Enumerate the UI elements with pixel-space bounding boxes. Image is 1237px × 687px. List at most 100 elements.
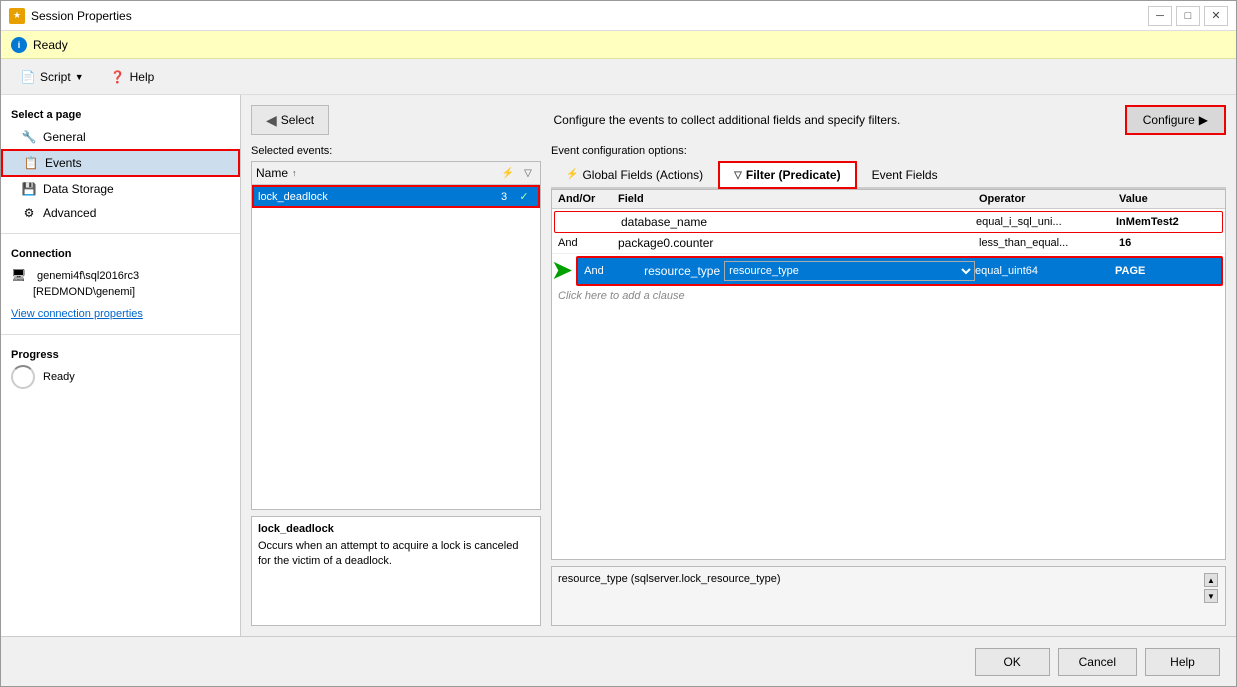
help-icon: ❓ <box>110 69 126 85</box>
resource-type-text: resource_type (sqlserver.lock_resource_t… <box>558 573 781 585</box>
table-row[interactable]: lock_deadlock 3 ✓ <box>252 185 540 208</box>
lightning-icon: ⚡ <box>500 165 516 181</box>
right-panel: ◀ Select Configure the events to collect… <box>241 95 1236 636</box>
filter-table: And/Or Field Operator Value database_nam… <box>551 189 1226 560</box>
select-label: Select <box>281 113 314 127</box>
help-button[interactable]: ❓ Help <box>101 65 164 89</box>
status-icon: i <box>11 37 27 53</box>
tabs-bar: ⚡ Global Fields (Actions) ▽ Filter (Pred… <box>551 161 1226 189</box>
filter-row-3-container: ➤ And resource_type resource_type <box>552 254 1225 286</box>
add-clause[interactable]: Click here to add a clause <box>552 286 1225 306</box>
minimize-button[interactable]: ─ <box>1148 6 1172 26</box>
progress-status: Ready <box>43 371 75 383</box>
tab-filter[interactable]: ▽ Filter (Predicate) <box>718 161 856 189</box>
close-button[interactable]: ✕ <box>1204 6 1228 26</box>
sidebar-item-label-general: General <box>43 130 86 144</box>
view-connection-link[interactable]: View connection properties <box>1 302 240 326</box>
filter-field-dropdown-3[interactable]: resource_type <box>724 261 975 281</box>
events-col-name: Name ↑ <box>256 166 500 180</box>
select-description: Configure the events to collect addition… <box>329 113 1125 127</box>
configure-label: Configure <box>1143 113 1195 127</box>
green-arrow-icon: ➤ <box>552 256 572 285</box>
script-dropdown-icon: ▼ <box>75 72 84 82</box>
sidebar-item-advanced[interactable]: ⚙ Advanced <box>1 201 240 225</box>
back-arrow-icon: ◀ <box>266 112 277 129</box>
events-table: Name ↑ ⚡ ▽ lock_deadlock 3 <box>251 161 541 510</box>
event-desc-title: lock_deadlock <box>258 523 534 535</box>
tab-event-fields[interactable]: Event Fields <box>857 161 953 187</box>
progress-title: Progress <box>11 349 230 361</box>
progress-spinner <box>11 365 35 389</box>
script-button[interactable]: 📄 Script ▼ <box>11 65 93 89</box>
select-row: ◀ Select Configure the events to collect… <box>251 105 1226 135</box>
help-label: Help <box>130 70 155 84</box>
filter-table-header: And/Or Field Operator Value <box>552 190 1225 209</box>
filter-col-andor-header: And/Or <box>558 193 618 205</box>
maximize-button[interactable]: □ <box>1176 6 1200 26</box>
right-config-panel: Event configuration options: ⚡ Global Fi… <box>551 145 1226 626</box>
filter-cell-value-2: 16 <box>1119 237 1219 249</box>
sidebar-item-label-data-storage: Data Storage <box>43 182 114 196</box>
table-row[interactable]: And resource_type resource_type equal_ui… <box>576 256 1223 286</box>
status-bar: i Ready <box>1 31 1236 59</box>
cancel-button[interactable]: Cancel <box>1058 648 1137 676</box>
table-row[interactable]: database_name equal_i_sql_uni... InMemTe… <box>554 211 1223 233</box>
filter-cell-field-3: resource_type resource_type <box>644 261 975 281</box>
sidebar-item-events[interactable]: 📋 Events <box>1 149 240 177</box>
event-config-label: Event configuration options: <box>551 145 1226 157</box>
filter-col-value-header: Value <box>1119 193 1219 205</box>
ok-button[interactable]: OK <box>975 648 1050 676</box>
filter-table-scroll: database_name equal_i_sql_uni... InMemTe… <box>552 209 1225 559</box>
panels-row: Selected events: Name ↑ ⚡ ▽ <box>251 145 1226 626</box>
tab-global-icon: ⚡ <box>566 169 578 180</box>
resource-type-box: resource_type (sqlserver.lock_resource_t… <box>551 566 1226 626</box>
event-desc-text: Occurs when an attempt to acquire a lock… <box>258 539 534 570</box>
general-icon: 🔧 <box>21 129 37 145</box>
title-bar-left: ★ Session Properties <box>9 8 132 24</box>
event-row-num: 3 <box>494 191 514 203</box>
filter-cell-operator-3: equal_uint64 <box>975 265 1115 277</box>
sidebar-divider-2 <box>1 334 240 335</box>
select-button[interactable]: ◀ Select <box>251 105 329 135</box>
select-left: ◀ Select <box>251 105 329 135</box>
resource-type-scrollbar: ▲ ▼ <box>1203 573 1219 603</box>
table-row[interactable]: And package0.counter less_than_equal... … <box>552 233 1225 254</box>
filter-field-text-3: resource_type <box>644 264 720 278</box>
filter-cell-operator-2: less_than_equal... <box>979 237 1119 249</box>
sidebar-item-general[interactable]: 🔧 General <box>1 125 240 149</box>
configure-button[interactable]: Configure ▶ <box>1125 105 1226 135</box>
connection-info: 🖥 genemi4f\sql2016rc3 [REDMOND\genemi] <box>1 264 240 302</box>
help-footer-button[interactable]: Help <box>1145 648 1220 676</box>
events-col-name-label: Name <box>256 166 288 180</box>
event-description-box: lock_deadlock Occurs when an attempt to … <box>251 516 541 626</box>
sidebar-title: Select a page <box>1 103 240 125</box>
filter-cell-andor-2: And <box>558 237 618 249</box>
progress-content: Ready <box>11 365 230 389</box>
advanced-icon: ⚙ <box>21 205 37 221</box>
connection-user: [REDMOND\genemi] <box>11 286 230 298</box>
configure-arrow-icon: ▶ <box>1199 113 1208 127</box>
dialog-footer: OK Cancel Help <box>1 636 1236 686</box>
sidebar-divider <box>1 233 240 234</box>
filter-cell-operator-1: equal_i_sql_uni... <box>976 216 1116 228</box>
sidebar: Select a page 🔧 General 📋 Events 💾 Data … <box>1 95 241 636</box>
filter-cell-andor-3: And <box>584 265 644 277</box>
filter-col-operator-header: Operator <box>979 193 1119 205</box>
app-icon: ★ <box>9 8 25 24</box>
status-text: Ready <box>33 38 68 52</box>
window-title: Session Properties <box>31 9 132 23</box>
sidebar-item-data-storage[interactable]: 💾 Data Storage <box>1 177 240 201</box>
scroll-down-button[interactable]: ▼ <box>1204 589 1218 603</box>
left-panel: Selected events: Name ↑ ⚡ ▽ <box>251 145 541 626</box>
tab-global-fields[interactable]: ⚡ Global Fields (Actions) <box>551 161 718 187</box>
events-table-header: Name ↑ ⚡ ▽ <box>252 162 540 185</box>
title-controls: ─ □ ✕ <box>1148 6 1228 26</box>
filter-field-text-2: package0.counter <box>618 236 713 250</box>
filter-icon: ▽ <box>520 165 536 181</box>
scroll-up-button[interactable]: ▲ <box>1204 573 1218 587</box>
sidebar-item-label-events: Events <box>45 156 82 170</box>
main-content: Select a page 🔧 General 📋 Events 💾 Data … <box>1 95 1236 636</box>
events-col-icons: ⚡ ▽ <box>500 165 536 181</box>
green-arrow-indicator: ➤ <box>552 256 572 285</box>
filter-cell-field-2: package0.counter <box>618 236 979 250</box>
